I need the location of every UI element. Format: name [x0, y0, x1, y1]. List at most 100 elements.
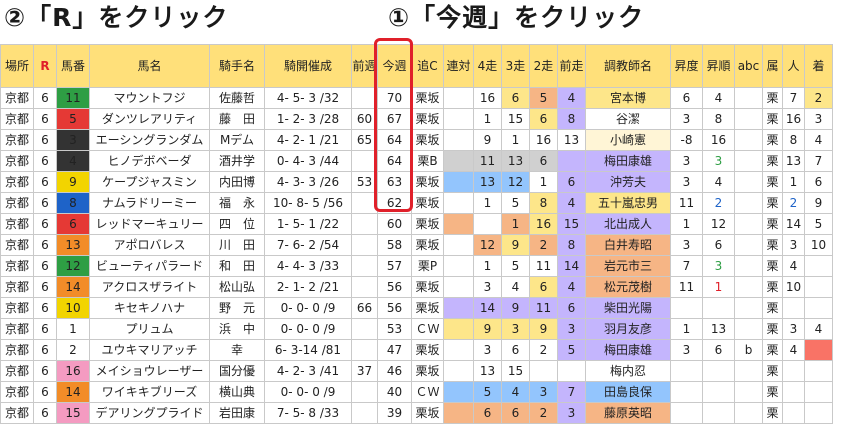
- column-header-w1[interactable]: 前走: [557, 44, 586, 88]
- column-header-w4[interactable]: 4走: [473, 44, 502, 88]
- cell-venue: 京都: [0, 234, 34, 256]
- cell-race: 6: [33, 192, 57, 214]
- cell-prev: 37: [351, 360, 378, 382]
- caption-click-r: ②「R」をクリック: [4, 3, 229, 32]
- cell-w2: 2: [529, 234, 558, 256]
- cell-venue: 京都: [0, 129, 34, 151]
- cell-last: 9: [804, 192, 833, 214]
- cell-venue: 京都: [0, 318, 34, 340]
- cell-abc: [734, 150, 763, 172]
- column-header-venue[interactable]: 場所: [0, 44, 34, 88]
- cell-ninki: [782, 402, 805, 424]
- column-header-no[interactable]: 馬番: [56, 44, 90, 88]
- cell-race: 6: [33, 213, 57, 235]
- column-header-meet[interactable]: 騎開催成: [264, 44, 352, 88]
- cell-horse: エーシングランダム: [89, 129, 210, 151]
- cell-deg: 11: [670, 192, 703, 214]
- column-header-race[interactable]: R: [33, 44, 57, 88]
- cell-ord: 4: [702, 171, 735, 193]
- table-row[interactable]: 京都 6 4 ヒノデボベーダ 酒井学 0- 4- 3 /44 64 栗B 11 13 6 梅田康雄 3 3…: [0, 150, 833, 172]
- cell-last: 10: [804, 234, 833, 256]
- column-header-abc[interactable]: abc: [734, 44, 763, 88]
- cell-deg: 3: [670, 339, 703, 361]
- column-header-belong[interactable]: 属: [762, 44, 783, 88]
- column-header-course[interactable]: 追C: [411, 44, 444, 88]
- cell-ord: 13: [702, 318, 735, 340]
- column-header-prev[interactable]: 前週: [351, 44, 378, 88]
- cell-last: 4: [804, 129, 833, 151]
- cell-now: 60: [377, 213, 412, 235]
- cell-jockey: 浜 中: [209, 318, 265, 340]
- table-row[interactable]: 京都 6 6 レッドマーキュリー四 位 1- 5- 1 /22 60 栗坂 1 16 15 北出成人…: [0, 213, 833, 235]
- cell-jockey: 国分優: [209, 360, 265, 382]
- cell-venue: 京都: [0, 87, 34, 109]
- cell-w4: 13: [473, 360, 502, 382]
- table-row[interactable]: 京都 6 5 ダンツレアリティ藤 田 1- 2- 3 /28 60 67 栗坂 1 15 6 8 谷潔 3…: [0, 108, 833, 130]
- cell-course: 栗坂: [411, 213, 444, 235]
- cell-horse: ワイキキブリーズ: [89, 381, 210, 403]
- cell-prev: [351, 213, 378, 235]
- cell-w2: [529, 360, 558, 382]
- table-row[interactable]: 京都 6 15 デアリングプライド 岩田康 7- 5- 8 /33 39 栗坂 6 6 2 3 藤原英昭…: [0, 402, 833, 424]
- table-row[interactable]: 京都 6 2 ユウキマリアッチ幸 6- 3-14 /81 47 栗坂 3 6 2 5 梅田康雄 3 6 b 栗…: [0, 339, 833, 361]
- cell-no: 14: [56, 276, 90, 298]
- column-header-ord[interactable]: 昇順: [702, 44, 735, 88]
- cell-deg: -8: [670, 129, 703, 151]
- column-header-deg[interactable]: 昇度: [670, 44, 703, 88]
- cell-deg: 3: [670, 234, 703, 256]
- table-row[interactable]: 京都 6 8 ナムラドリーミー福 永 10- 8- 5 /56 62 栗坂 1 5 8 4 五十嵐忠男…: [0, 192, 833, 214]
- cell-ninki: 10: [782, 276, 805, 298]
- cell-ord: 4: [702, 87, 735, 109]
- cell-deg: [670, 360, 703, 382]
- column-header-horse[interactable]: 馬名: [89, 44, 210, 88]
- cell-ord: [702, 381, 735, 403]
- cell-abc: b: [734, 339, 763, 361]
- cell-last: [804, 255, 833, 277]
- cell-course: 栗坂: [411, 192, 444, 214]
- column-header-now[interactable]: 今週: [377, 44, 412, 88]
- cell-ren: [443, 381, 474, 403]
- table-row[interactable]: 京都 6 14 アクロスザライト 松山弘 2- 1- 2 /21 56 栗坂 3 4 6 4 松元茂樹 1…: [0, 276, 833, 298]
- cell-trainer: 五十嵐忠男: [585, 192, 671, 214]
- cell-trainer: 岩元市三: [585, 255, 671, 277]
- cell-ord: 2: [702, 192, 735, 214]
- cell-meet: 10- 8- 5 /56: [264, 192, 352, 214]
- column-header-w2[interactable]: 2走: [529, 44, 558, 88]
- table-row[interactable]: 京都 6 9 ケープジャスミン 内田博 4- 3- 3 /26 53 63 栗坂 13 12 1 6 沖芳…: [0, 171, 833, 193]
- column-header-w3[interactable]: 3走: [501, 44, 530, 88]
- column-header-last[interactable]: 着: [804, 44, 833, 88]
- cell-w2: 11: [529, 255, 558, 277]
- cell-w1: 4: [557, 87, 586, 109]
- cell-ord: [702, 402, 735, 424]
- table-row[interactable]: 京都 6 14 ワイキキブリーズ 横山典 0- 0- 0 /9 40 ＣＷ 5 4 3 7 田島良保 栗: [0, 381, 833, 403]
- table-row[interactable]: 京都 6 1 プリュム浜 中 0- 0- 0 /9 53 ＣＷ 9 3 9 3 羽月友彦 1 13 栗 3 4: [0, 318, 833, 340]
- table-row[interactable]: 京都 6 16 メイショウレーザー 国分優 4- 2- 3 /41 37 46 栗坂 13 15 梅内…: [0, 360, 833, 382]
- cell-w2: 6: [529, 276, 558, 298]
- cell-w3: 6: [501, 339, 530, 361]
- cell-ninki: 7: [782, 87, 805, 109]
- cell-no: 12: [56, 255, 90, 277]
- cell-belong: 栗: [762, 297, 783, 319]
- table-row[interactable]: 京都 6 12 ビューティパラード和 田 4- 4- 3 /33 57 栗P 1 5 11 14 岩元…: [0, 255, 833, 277]
- cell-w1: 6: [557, 171, 586, 193]
- cell-meet: 2- 1- 2 /21: [264, 276, 352, 298]
- cell-belong: 栗: [762, 318, 783, 340]
- cell-ren: [443, 171, 474, 193]
- table-row[interactable]: 京都 6 13 アポロバレス川 田 7- 6- 2 /54 58 栗坂 12 9 2 8 白井寿昭 3 6…: [0, 234, 833, 256]
- cell-no: 3: [56, 129, 90, 151]
- cell-jockey: 岩田康: [209, 402, 265, 424]
- cell-ren: [443, 297, 474, 319]
- cell-abc: [734, 213, 763, 235]
- cell-course: 栗坂: [411, 171, 444, 193]
- column-header-ninki[interactable]: 人: [782, 44, 805, 88]
- column-header-jockey[interactable]: 騎手名: [209, 44, 265, 88]
- column-header-ren[interactable]: 連対: [443, 44, 474, 88]
- table-row[interactable]: 京都 6 11 マウントフジ 佐藤哲 4- 5- 3 /32 70 栗坂 16 6 5 4 宮本博 6 4 栗…: [0, 87, 833, 109]
- cell-belong: 栗: [762, 339, 783, 361]
- cell-no: 6: [56, 213, 90, 235]
- table-row[interactable]: 京都 6 3 エーシングランダム Mデム 4- 2- 1 /21 65 64 栗坂 9 1 16 13 小…: [0, 129, 833, 151]
- column-header-trainer[interactable]: 調教師名: [585, 44, 671, 88]
- table-row[interactable]: 京都 6 10 キセキノハナ野 元 0- 0- 0 /9 66 56 栗坂 14 9 11 6 柴田光陽…: [0, 297, 833, 319]
- cell-w4: 3: [473, 339, 502, 361]
- cell-horse: マウントフジ: [89, 87, 210, 109]
